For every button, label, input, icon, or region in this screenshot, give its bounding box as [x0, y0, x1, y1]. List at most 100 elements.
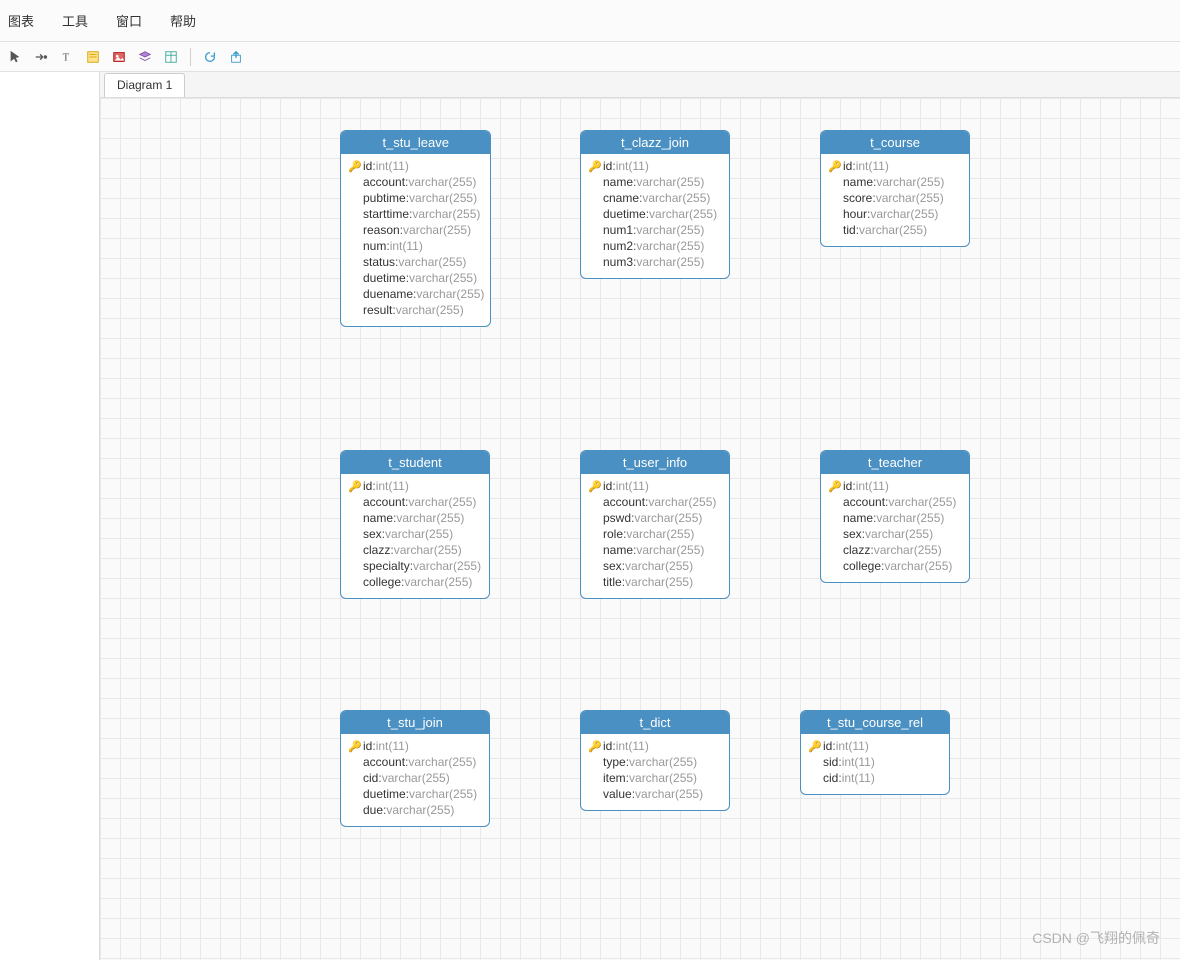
column-row: duetime: varchar(255) [587, 206, 723, 222]
entity-header: t_user_info [581, 451, 729, 474]
cursor-icon[interactable] [4, 46, 26, 68]
column-row: reason: varchar(255) [347, 222, 484, 238]
column-type: varchar(255) [876, 191, 944, 205]
export-icon[interactable] [225, 46, 247, 68]
entity-body: 🔑id: int(11)type: varchar(255)item: varc… [581, 734, 729, 810]
entity-header: t_stu_join [341, 711, 489, 734]
entity-header: t_course [821, 131, 969, 154]
primary-key-icon: 🔑 [587, 480, 603, 493]
column-name: score [843, 191, 872, 205]
column-type: varchar(255) [403, 223, 471, 237]
column-name: result [363, 303, 392, 317]
entity-header: t_dict [581, 711, 729, 734]
column-type: varchar(255) [409, 271, 477, 285]
column-type: varchar(255) [884, 559, 952, 573]
menu-item[interactable]: 工具 [62, 11, 88, 30]
column-name: tid [843, 223, 856, 237]
column-type: varchar(255) [648, 495, 716, 509]
column-row: 🔑id: int(11) [587, 158, 723, 174]
primary-key-icon: 🔑 [827, 480, 843, 493]
column-row: cname: varchar(255) [587, 190, 723, 206]
column-name: cid [363, 771, 378, 785]
column-name: specialty [363, 559, 410, 573]
column-type: varchar(255) [382, 771, 450, 785]
layer-icon[interactable] [134, 46, 156, 68]
column-name: sid [823, 755, 838, 769]
entity-t_stu_leave[interactable]: t_stu_leave🔑id: int(11)account: varchar(… [340, 130, 491, 327]
column-name: id [363, 159, 372, 173]
column-name: due [363, 803, 383, 817]
column-row: duename: varchar(255) [347, 286, 484, 302]
note-icon[interactable] [82, 46, 104, 68]
entity-body: 🔑id: int(11)name: varchar(255)score: var… [821, 154, 969, 246]
column-type: varchar(255) [859, 223, 927, 237]
primary-key-icon: 🔑 [827, 160, 843, 173]
text-icon[interactable]: T [56, 46, 78, 68]
column-row: name: varchar(255) [827, 174, 963, 190]
column-row: starttime: varchar(255) [347, 206, 484, 222]
column-type: varchar(255) [876, 175, 944, 189]
entity-t_clazz_join[interactable]: t_clazz_join🔑id: int(11)name: varchar(25… [580, 130, 730, 279]
column-name: sex [603, 559, 622, 573]
column-name: name [843, 511, 873, 525]
column-type: varchar(255) [416, 287, 484, 301]
column-name: account [363, 755, 405, 769]
column-row: sex: varchar(255) [827, 526, 963, 542]
column-row: account: varchar(255) [587, 494, 723, 510]
entity-body: 🔑id: int(11)account: varchar(255)pswd: v… [581, 474, 729, 598]
column-row: sex: varchar(255) [347, 526, 483, 542]
column-type: varchar(255) [636, 543, 704, 557]
column-name: name [603, 543, 633, 557]
column-type: varchar(255) [636, 175, 704, 189]
column-name: id [363, 479, 372, 493]
column-row: name: varchar(255) [587, 542, 723, 558]
refresh-icon[interactable] [199, 46, 221, 68]
column-row: college: varchar(255) [347, 574, 483, 590]
column-type: varchar(255) [636, 223, 704, 237]
entity-t_teacher[interactable]: t_teacher🔑id: int(11)account: varchar(25… [820, 450, 970, 583]
column-type: varchar(255) [874, 543, 942, 557]
column-name: id [603, 739, 612, 753]
column-name: name [843, 175, 873, 189]
tab-diagram[interactable]: Diagram 1 [104, 73, 185, 97]
table-icon[interactable] [160, 46, 182, 68]
column-row: account: varchar(255) [347, 494, 483, 510]
entity-t_user_info[interactable]: t_user_info🔑id: int(11)account: varchar(… [580, 450, 730, 599]
entity-header: t_clazz_join [581, 131, 729, 154]
column-name: sex [843, 527, 862, 541]
entity-body: 🔑id: int(11)account: varchar(255)cid: va… [341, 734, 489, 826]
column-type: varchar(255) [625, 575, 693, 589]
column-row: hour: varchar(255) [827, 206, 963, 222]
image-icon[interactable] [108, 46, 130, 68]
entity-t_dict[interactable]: t_dict🔑id: int(11)type: varchar(255)item… [580, 710, 730, 811]
entity-body: 🔑id: int(11)sid: int(11)cid: int(11) [801, 734, 949, 794]
svg-text:T: T [63, 52, 70, 63]
column-type: varchar(255) [394, 543, 462, 557]
menu-item[interactable]: 窗口 [116, 11, 142, 30]
column-row: role: varchar(255) [587, 526, 723, 542]
entity-t_stu_join[interactable]: t_stu_join🔑id: int(11)account: varchar(2… [340, 710, 490, 827]
column-name: clazz [843, 543, 870, 557]
entity-t_student[interactable]: t_student🔑id: int(11)account: varchar(25… [340, 450, 490, 599]
column-type: varchar(255) [409, 191, 477, 205]
column-name: status [363, 255, 395, 269]
column-name: id [363, 739, 372, 753]
column-name: cname [603, 191, 639, 205]
column-row: duetime: varchar(255) [347, 786, 483, 802]
diagram-canvas[interactable]: t_stu_leave🔑id: int(11)account: varchar(… [100, 98, 1180, 960]
column-row: pubtime: varchar(255) [347, 190, 484, 206]
menu-item[interactable]: 帮助 [170, 11, 196, 30]
column-type: varchar(255) [625, 559, 693, 573]
column-type: int(11) [856, 479, 889, 493]
tabs-bar: Diagram 1 [100, 72, 1180, 98]
column-name: id [843, 159, 852, 173]
menu-item[interactable]: 图表 [8, 11, 34, 30]
column-name: account [603, 495, 645, 509]
entity-t_stu_course_rel[interactable]: t_stu_course_rel🔑id: int(11)sid: int(11)… [800, 710, 950, 795]
entity-t_course[interactable]: t_course🔑id: int(11)name: varchar(255)sc… [820, 130, 970, 247]
column-name: pubtime [363, 191, 406, 205]
column-name: reason [363, 223, 400, 237]
relation-icon[interactable] [30, 46, 52, 68]
column-type: varchar(255) [386, 803, 454, 817]
column-type: int(11) [376, 479, 409, 493]
